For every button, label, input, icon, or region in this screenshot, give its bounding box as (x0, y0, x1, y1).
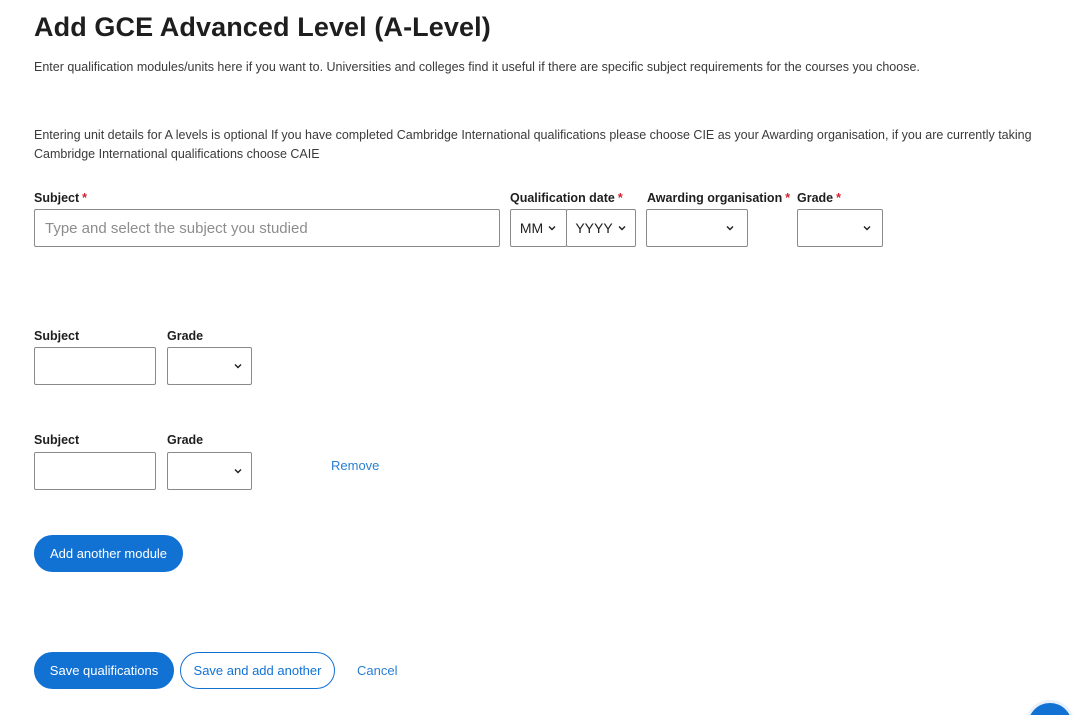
chevron-down-icon (726, 226, 734, 231)
required-marker: * (785, 191, 791, 205)
module-subject-input[interactable] (34, 347, 156, 385)
cancel-link[interactable]: Cancel (357, 663, 397, 678)
add-another-module-button[interactable]: Add another module (34, 535, 183, 572)
module-grade-select[interactable] (167, 452, 252, 490)
subject-label: Subject * (34, 191, 88, 205)
month-select[interactable]: MM (510, 209, 567, 247)
awarding-organisation-select[interactable] (646, 209, 748, 247)
module-grade-label: Grade (167, 433, 204, 447)
required-marker: * (617, 191, 623, 205)
remove-module-link[interactable]: Remove (331, 458, 379, 473)
required-marker: * (836, 191, 842, 205)
page-title: Add GCE Advanced Level (A-Level) (34, 12, 491, 42)
chevron-down-icon (618, 226, 626, 231)
module-subject-input[interactable] (34, 452, 156, 490)
module-subject-label: Subject (34, 329, 80, 343)
qualification-date-label: Qualification date * (510, 191, 623, 205)
add-qualification-page: Add GCE Advanced Level (A-Level) Enter q… (0, 0, 1080, 715)
required-marker: * (82, 191, 88, 205)
module-subject-label: Subject (34, 433, 80, 447)
intro-text: Enter qualification modules/units here i… (34, 60, 920, 74)
grade-select[interactable] (797, 209, 883, 247)
awarding-organisation-label: Awarding organisation * (647, 191, 791, 205)
module-grade-select[interactable] (167, 347, 252, 385)
chevron-down-icon (234, 364, 242, 369)
chevron-down-icon (548, 226, 556, 231)
chevron-down-icon (234, 469, 242, 474)
module-grade-label: Grade (167, 329, 204, 343)
save-qualifications-button[interactable]: Save qualifications (34, 652, 174, 689)
save-and-add-another-button[interactable]: Save and add another (180, 652, 335, 689)
grade-label: Grade * (797, 191, 842, 205)
chevron-down-icon (863, 226, 871, 231)
year-select[interactable]: YYYY (566, 209, 636, 247)
subject-input[interactable] (34, 209, 500, 247)
help-chat-icon[interactable] (1028, 703, 1072, 715)
unit-details-note: Entering unit details for A levels is op… (34, 128, 1032, 161)
